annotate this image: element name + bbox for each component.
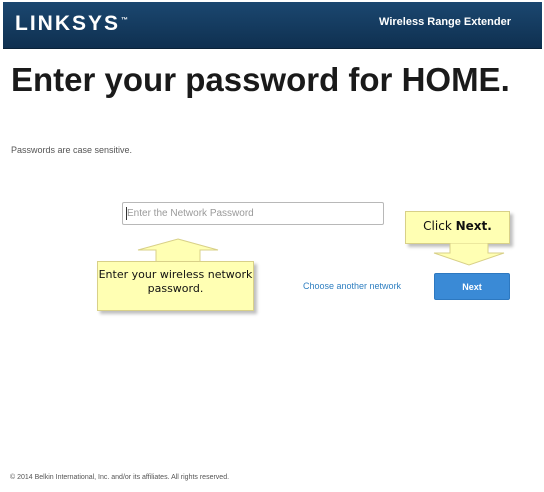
case-sensitive-note: Passwords are case sensitive. xyxy=(11,145,133,155)
password-hint-callout: Enter your wireless network password. xyxy=(97,261,254,311)
choose-another-network-link[interactable]: Choose another network xyxy=(303,281,401,291)
linksys-logo: LINKSYS™ xyxy=(15,12,128,36)
callout-up-arrow-icon xyxy=(137,238,219,263)
copyright-footer: © 2014 Belkin International, Inc. and/or… xyxy=(10,474,230,481)
network-password-input[interactable] xyxy=(122,202,384,225)
callout-down-arrow-icon xyxy=(433,243,505,266)
logo-text: LINKSYS xyxy=(15,12,121,35)
product-name: Wireless Range Extender xyxy=(379,16,511,28)
page-title: Enter your password for HOME. xyxy=(11,61,510,98)
next-hint-bold: Next. xyxy=(455,219,492,233)
logo-trademark: ™ xyxy=(121,17,129,24)
next-button[interactable]: Next xyxy=(434,273,510,300)
text-cursor xyxy=(126,207,127,220)
next-hint-prefix: Click xyxy=(423,219,452,233)
next-hint-callout: Click Next. xyxy=(405,211,510,244)
header-bar: LINKSYS™ Wireless Range Extender xyxy=(3,2,542,49)
page: LINKSYS™ Wireless Range Extender Enter y… xyxy=(0,0,544,492)
